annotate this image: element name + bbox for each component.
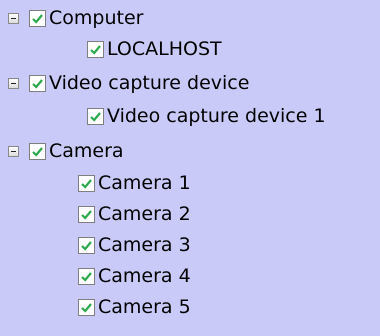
- checkmark-icon: [81, 209, 92, 220]
- tree-node-label: Camera 2: [98, 203, 191, 225]
- checkmark-icon: [81, 240, 92, 251]
- checkbox-camera-3[interactable]: [78, 236, 95, 254]
- collapse-minus-icon[interactable]: [8, 145, 19, 157]
- tree-node-video-capture-device[interactable]: Video capture device: [8, 70, 249, 96]
- checkbox-camera-2[interactable]: [78, 205, 95, 223]
- tree-node-camera-4[interactable]: Camera 4: [78, 263, 191, 289]
- device-tree: Computer LOCALHOST Video capture device …: [0, 0, 380, 336]
- tree-node-label: LOCALHOST: [107, 38, 222, 60]
- checkbox-camera-5[interactable]: [78, 298, 95, 316]
- checkmark-icon: [81, 302, 92, 313]
- checkmark-icon: [32, 146, 43, 157]
- checkmark-icon: [90, 111, 101, 122]
- tree-node-localhost[interactable]: LOCALHOST: [87, 36, 222, 62]
- checkbox-computer[interactable]: [29, 9, 46, 27]
- tree-node-camera-2[interactable]: Camera 2: [78, 201, 191, 227]
- checkmark-icon: [90, 44, 101, 55]
- tree-node-video-capture-device-1[interactable]: Video capture device 1: [87, 103, 326, 129]
- tree-node-label: Computer: [49, 7, 144, 29]
- checkbox-camera-4[interactable]: [78, 267, 95, 285]
- checkbox-video-capture-device[interactable]: [29, 74, 46, 92]
- checkmark-icon: [81, 178, 92, 189]
- checkmark-icon: [32, 13, 43, 24]
- tree-node-camera[interactable]: Camera: [8, 138, 124, 164]
- tree-node-label: Camera 3: [98, 234, 191, 256]
- tree-node-camera-5[interactable]: Camera 5: [78, 294, 191, 320]
- checkbox-video-capture-device-1[interactable]: [87, 107, 104, 125]
- tree-node-label: Camera 1: [98, 172, 191, 194]
- checkbox-camera[interactable]: [29, 142, 46, 160]
- tree-node-computer[interactable]: Computer: [8, 5, 143, 31]
- checkbox-localhost[interactable]: [87, 40, 104, 58]
- tree-node-label: Camera 4: [98, 265, 191, 287]
- checkmark-icon: [81, 271, 92, 282]
- tree-node-label: Video capture device 1: [107, 105, 326, 127]
- checkmark-icon: [32, 78, 43, 89]
- checkbox-camera-1[interactable]: [78, 174, 95, 192]
- tree-node-label: Camera 5: [98, 296, 191, 318]
- collapse-minus-icon[interactable]: [8, 77, 19, 89]
- tree-node-label: Camera: [49, 140, 124, 162]
- tree-node-camera-1[interactable]: Camera 1: [78, 170, 191, 196]
- tree-node-camera-3[interactable]: Camera 3: [78, 232, 191, 258]
- tree-node-label: Video capture device: [49, 72, 250, 94]
- collapse-minus-icon[interactable]: [8, 12, 19, 24]
